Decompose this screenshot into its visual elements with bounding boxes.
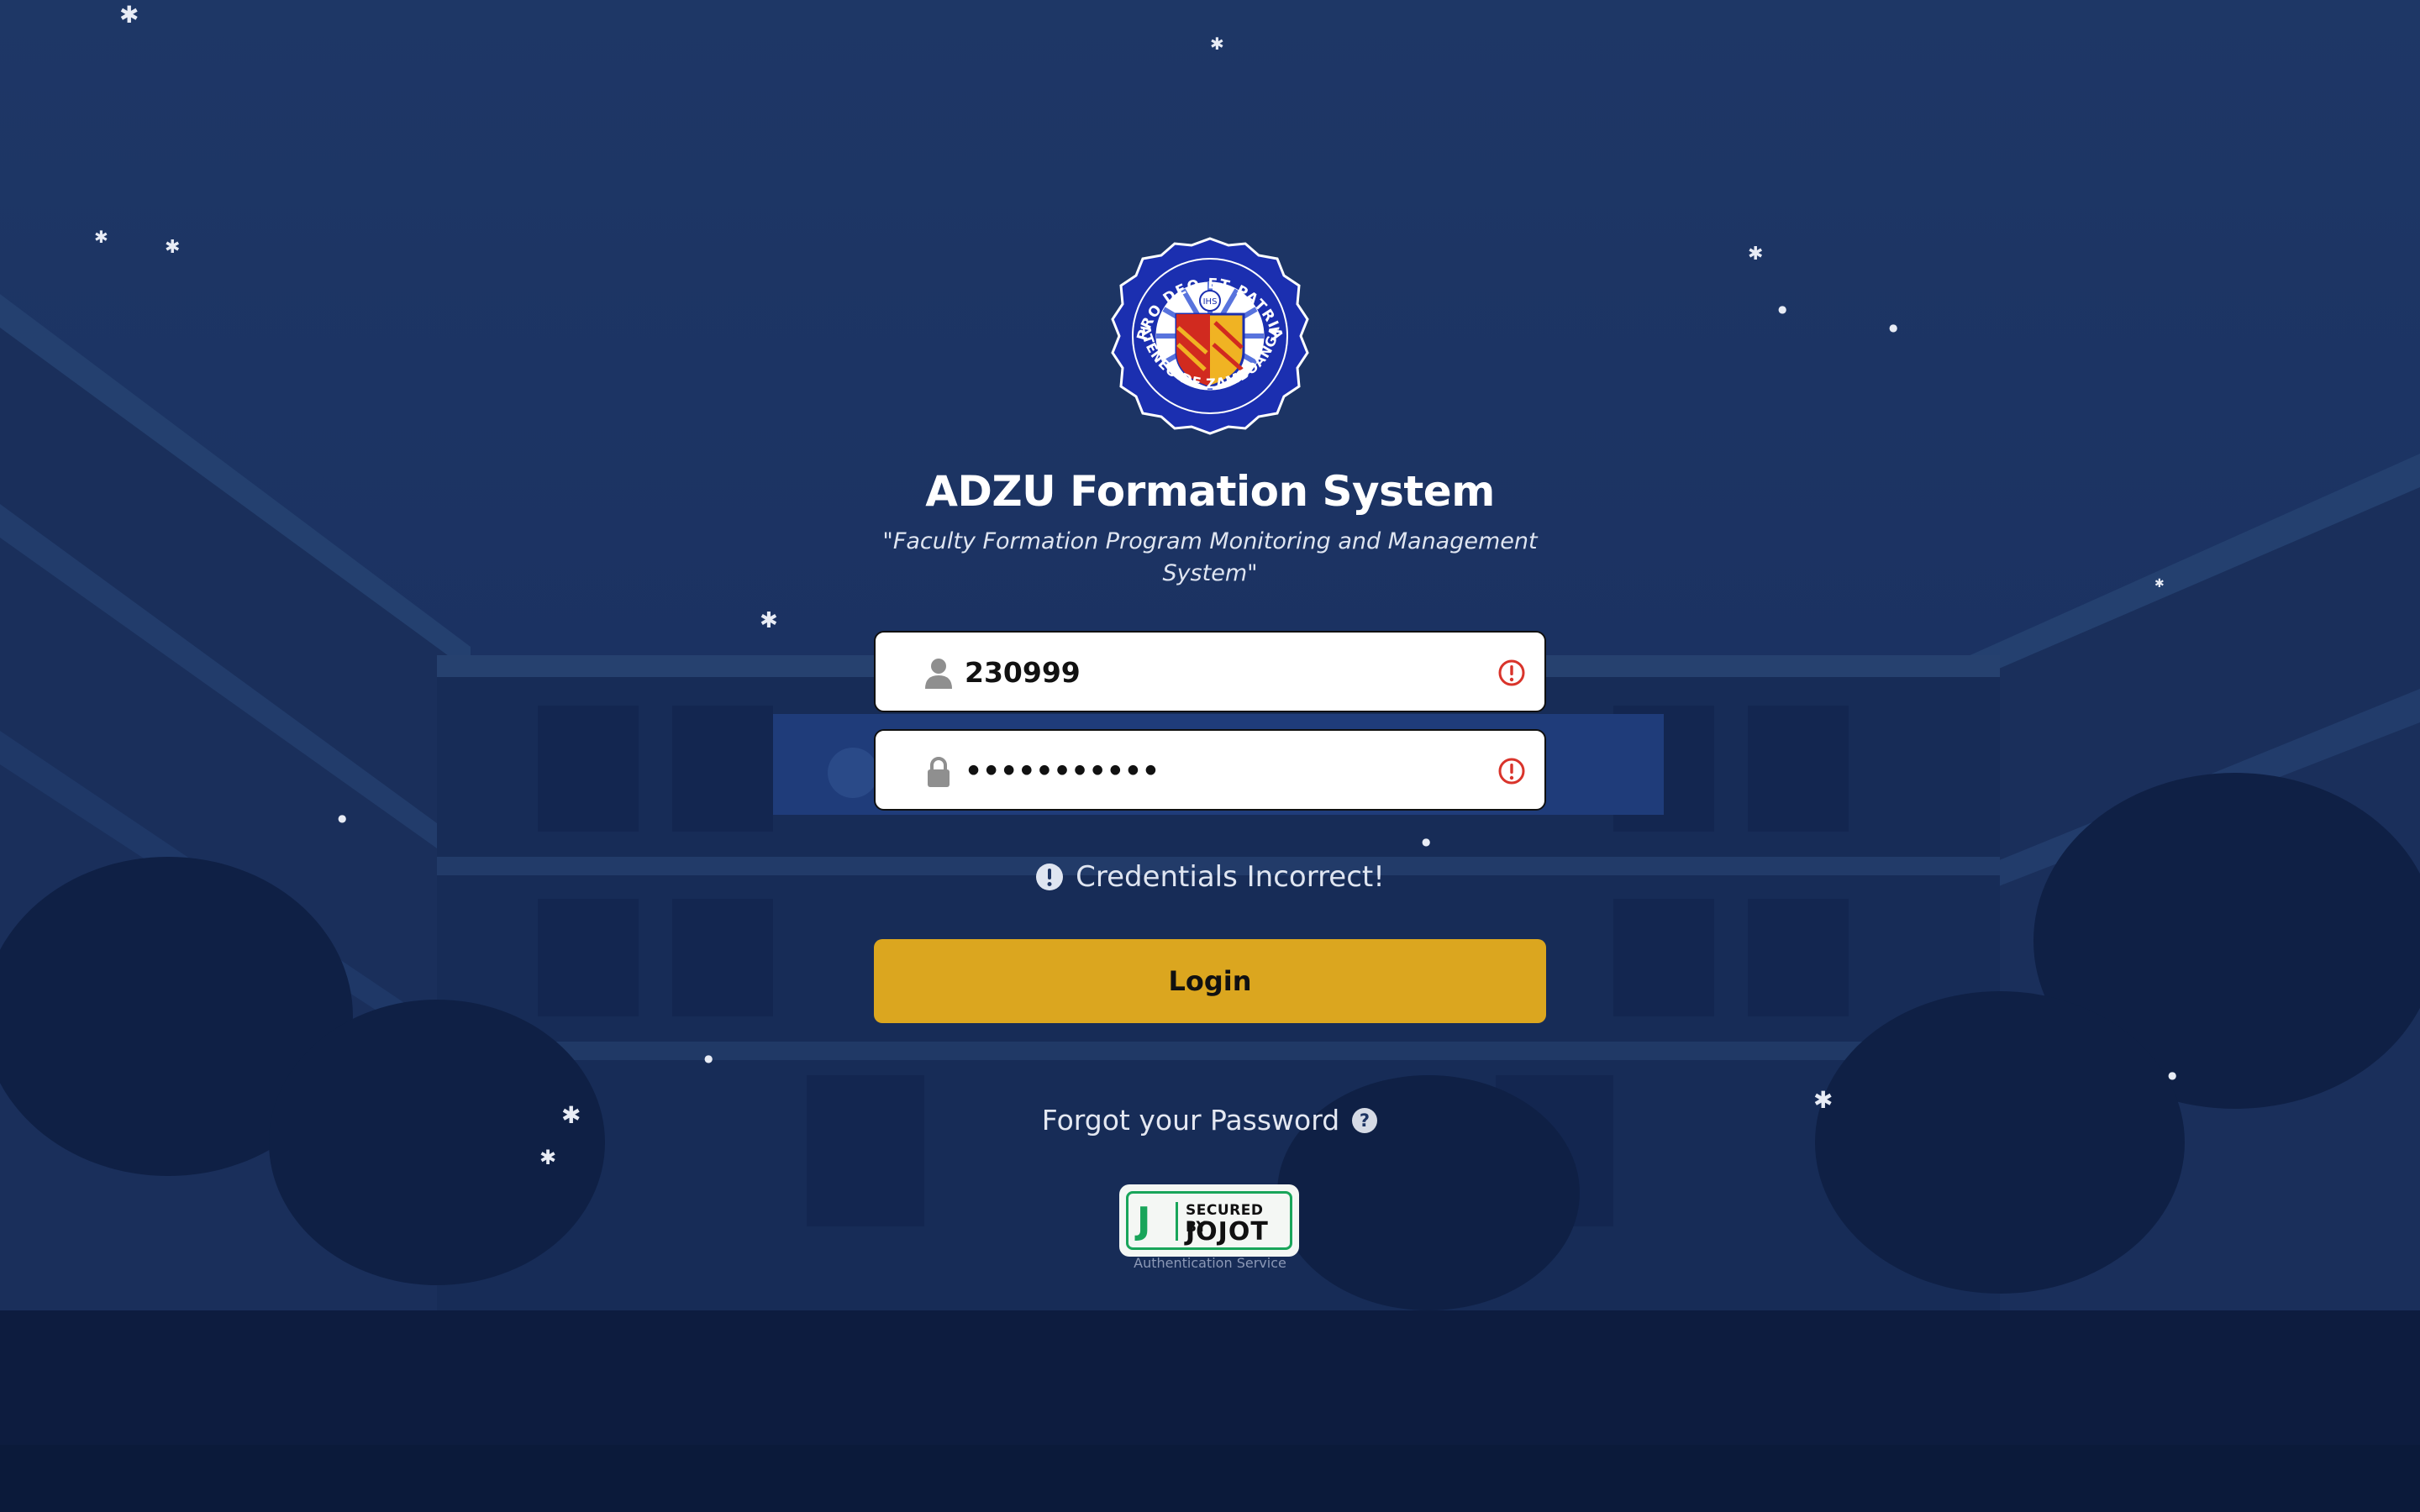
star-decoration: ●	[1422, 836, 1431, 848]
user-icon	[925, 659, 952, 689]
star-decoration: ✱	[1748, 244, 1764, 265]
error-icon	[1498, 659, 1525, 686]
password-field[interactable]	[874, 729, 1546, 811]
forgot-password-link[interactable]: Forgot your Password ?	[0, 1104, 2420, 1137]
badge-line2: JOJOT	[1186, 1217, 1269, 1247]
star-decoration: ✱	[760, 608, 778, 633]
star-decoration: ✱	[119, 1, 139, 29]
app-title: ADZU Formation System	[925, 467, 1495, 516]
secured-by-jojot-badge: J SECURED BY JOJOT	[1119, 1184, 1299, 1257]
badge-letter: J	[1137, 1200, 1151, 1242]
ateneo-seal-logo: IHS PRO DEO ET PATRIA ATENEO DE ZAMBOANG…	[1111, 237, 1309, 435]
star-decoration: ✱	[2154, 577, 2165, 591]
forgot-password-label: Forgot your Password	[1041, 1104, 1340, 1137]
error-message-text: Credentials Incorrect!	[1076, 860, 1385, 894]
star-decoration: ✱	[1210, 34, 1224, 54]
badge-separator	[1176, 1202, 1178, 1241]
svg-text:IHS: IHS	[1203, 297, 1218, 307]
star-decoration: ●	[2168, 1069, 2177, 1081]
login-button[interactable]: Login	[874, 939, 1546, 1023]
star-decoration: ●	[1778, 303, 1787, 315]
star-decoration: ✱	[539, 1146, 557, 1169]
badge-frame: J SECURED BY JOJOT	[1126, 1191, 1292, 1250]
star-decoration: ✱	[165, 237, 181, 258]
credentials-error-message: Credentials Incorrect!	[0, 860, 2420, 894]
star-decoration: ●	[338, 812, 347, 824]
lock-icon	[928, 757, 950, 787]
star-decoration: ●	[1889, 322, 1898, 333]
authentication-service-caption: Authentication Service	[1134, 1255, 1286, 1271]
star-decoration: ●	[704, 1053, 713, 1064]
exclamation-circle-icon	[1036, 864, 1064, 890]
username-field[interactable]	[874, 631, 1546, 712]
error-icon	[1498, 758, 1525, 785]
username-input[interactable]	[965, 651, 1469, 693]
question-circle-icon: ?	[1352, 1107, 1378, 1133]
star-decoration: ✱	[94, 227, 108, 247]
svg-text:?: ?	[1360, 1110, 1370, 1131]
app-subtitle: "Faculty Formation Program Monitoring an…	[882, 528, 1538, 586]
password-input[interactable]	[965, 749, 1469, 791]
